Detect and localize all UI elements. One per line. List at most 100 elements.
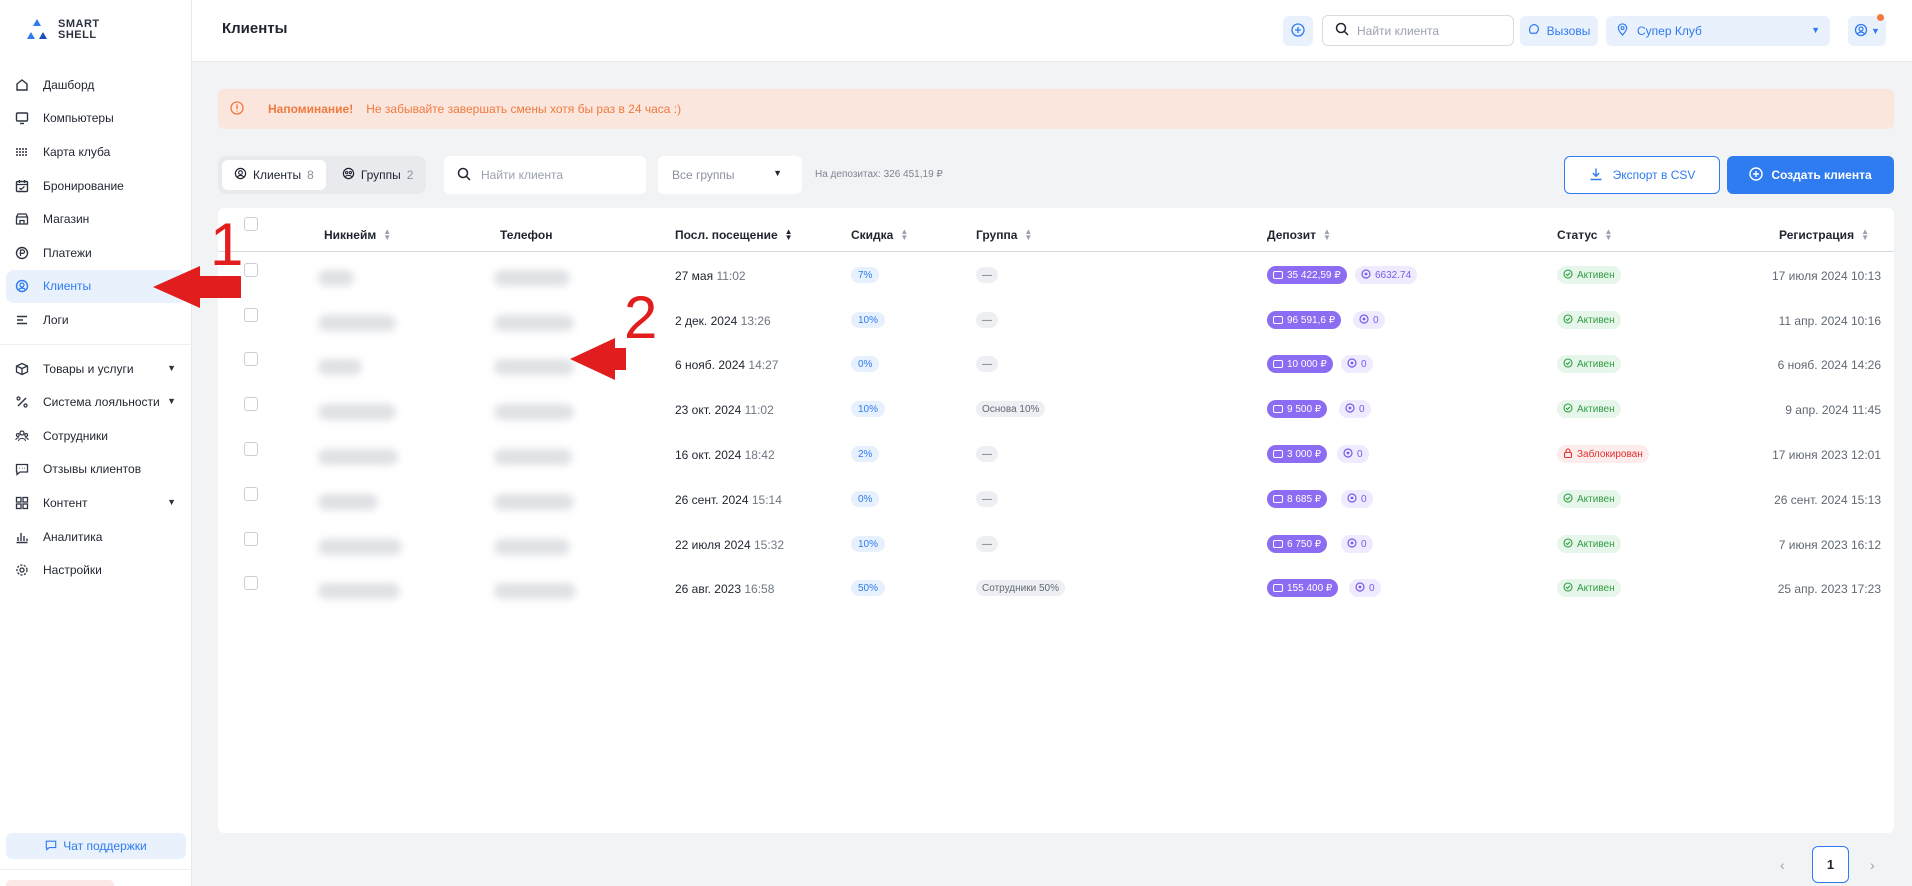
last-visit-cell: 16 окт. 2024 18:42 — [675, 448, 775, 462]
row-checkbox[interactable] — [244, 532, 258, 546]
sidebar-item-label: Клиенты — [43, 279, 92, 294]
last-visit-cell: 26 авг. 2023 16:58 — [675, 582, 774, 596]
chevron-down-icon: ▼ — [773, 168, 782, 178]
group-badge: — — [976, 446, 998, 462]
sidebar-item-club-map[interactable]: Карта клуба — [6, 135, 186, 169]
bonus-badge: 0 — [1341, 535, 1373, 553]
sidebar-item-analytics[interactable]: Аналитика — [6, 520, 186, 554]
group-badge: Сотрудники 50% — [976, 580, 1065, 596]
create-client-button[interactable]: Создать клиента — [1727, 156, 1894, 194]
sidebar-item-dashboard[interactable]: Дашборд — [6, 68, 186, 102]
phone-redacted — [494, 583, 576, 599]
client-search-input[interactable] — [481, 168, 641, 182]
last-visit-time: 14:27 — [748, 358, 779, 372]
home-icon — [14, 77, 30, 93]
registration-cell: 9 апр. 2024 11:45 — [1785, 403, 1881, 417]
row-checkbox[interactable] — [244, 263, 258, 277]
nickname-redacted — [318, 404, 396, 420]
pagination-page-button[interactable]: 1 — [1812, 846, 1849, 883]
column-header-label: Депозит — [1267, 228, 1317, 242]
row-checkbox[interactable] — [244, 352, 258, 366]
sidebar-item-goods[interactable]: Товары и услуги ▼ — [6, 352, 186, 386]
sidebar-bottom-badge[interactable] — [6, 880, 114, 886]
row-checkbox[interactable] — [244, 397, 258, 411]
sidebar-item-loyalty[interactable]: Система лояльности ▼ — [6, 385, 186, 419]
phone-redacted — [494, 404, 574, 420]
row-checkbox[interactable] — [244, 308, 258, 322]
calls-label: Вызовы — [1546, 24, 1591, 38]
sidebar-item-store[interactable]: Магазин — [6, 202, 186, 236]
tab-groups[interactable]: Группы 2 — [330, 160, 426, 190]
sidebar-item-reviews[interactable]: Отзывы клиентов — [6, 453, 186, 487]
sidebar-item-content[interactable]: Контент ▼ — [6, 486, 186, 520]
bonus-icon — [1345, 402, 1355, 416]
status-badge: Активен — [1557, 490, 1621, 508]
last-visit-date: 6 нояб. 2024 — [675, 358, 746, 372]
bars-icon — [14, 529, 30, 545]
user-menu[interactable]: ▼ — [1848, 14, 1886, 46]
last-visit-cell: 6 нояб. 2024 14:27 — [675, 358, 778, 372]
status-label: Активен — [1577, 582, 1615, 594]
annotation-label-1: 1 — [210, 211, 244, 278]
last-visit-time: 15:14 — [751, 493, 782, 507]
logo[interactable]: SMART SHELL — [24, 14, 100, 46]
sidebar-item-clients[interactable]: Клиенты — [6, 269, 186, 304]
last-visit-time: 11:02 — [716, 269, 746, 283]
column-header-label: Телефон — [500, 228, 553, 242]
column-header-deposit[interactable]: Депозит ▲ ▼ — [1267, 228, 1331, 243]
column-header-discount[interactable]: Скидка ▲ ▼ — [851, 227, 909, 243]
select-all-checkbox[interactable] — [244, 217, 258, 231]
reminder-text: Не забывайте завершать смены хотя бы раз… — [366, 102, 682, 116]
registration-cell: 17 июля 2024 10:13 — [1771, 269, 1881, 283]
column-header-status[interactable]: Статус ▲ ▼ — [1557, 228, 1612, 243]
percent-icon — [14, 394, 30, 410]
row-checkbox[interactable] — [244, 576, 258, 590]
chat-icon — [14, 461, 30, 477]
row-checkbox[interactable] — [244, 487, 258, 501]
wallet-icon — [1273, 540, 1283, 548]
nickname-redacted — [318, 315, 396, 331]
column-header-label: Посл. посещение — [675, 228, 778, 242]
nickname-redacted — [318, 539, 402, 555]
sidebar-item-logs[interactable]: Логи — [6, 303, 186, 337]
notification-dot — [1877, 14, 1884, 21]
support-chat-button[interactable]: Чат поддержки — [6, 833, 186, 859]
last-visit-date: 16 окт. 2024 — [675, 448, 742, 462]
export-csv-button[interactable]: Экспорт в CSV — [1564, 156, 1720, 194]
row-checkbox[interactable] — [244, 442, 258, 456]
tab-clients[interactable]: Клиенты 8 — [222, 160, 326, 190]
bonus-icon — [1347, 537, 1357, 551]
wallet-icon — [1273, 450, 1283, 458]
status-label: Активен — [1577, 269, 1615, 281]
phone-redacted — [494, 449, 572, 465]
sidebar-item-staff[interactable]: Сотрудники — [6, 419, 186, 453]
sidebar-item-computers[interactable]: Компьютеры — [6, 102, 186, 136]
deposit-badge: 8 685 ₽ — [1267, 490, 1328, 508]
club-selector[interactable]: Супер Клуб ▼ — [1606, 16, 1830, 46]
pagination-next-button[interactable]: › — [1870, 857, 1875, 873]
status-badge: Активен — [1557, 579, 1621, 597]
last-visit-date: 2 дек. 2024 — [675, 314, 738, 328]
header-search-input[interactable] — [1357, 23, 1507, 38]
column-header-registration[interactable]: Регистрация ▲ ▼ — [1779, 228, 1869, 243]
column-header-nickname[interactable]: Никнейм ▲ ▼ — [324, 228, 391, 243]
pagination-prev-button[interactable]: ‹ — [1780, 857, 1785, 873]
status-label: Заблокирован — [1577, 448, 1643, 460]
column-header-label: Группа — [976, 228, 1018, 242]
chevron-down-icon: ▼ — [1871, 26, 1880, 36]
sidebar-item-settings[interactable]: Настройки — [6, 553, 186, 587]
store-icon — [14, 211, 30, 227]
sort-icon: ▲ ▼ — [900, 227, 909, 242]
status-badge: Активен — [1557, 266, 1621, 284]
bonus-value: 0 — [1369, 582, 1375, 594]
sidebar-item-payments[interactable]: Платежи — [6, 236, 186, 270]
column-header-group[interactable]: Группа ▲ ▼ — [976, 228, 1032, 243]
grid-dots-icon — [14, 144, 30, 160]
add-button[interactable] — [1283, 16, 1313, 46]
group-filter-select[interactable]: Все группы ▼ — [658, 156, 802, 194]
column-header-last-visit[interactable]: Посл. посещение ▲ ▼ — [675, 228, 793, 243]
sidebar-divider — [0, 343, 192, 345]
sidebar-item-booking[interactable]: Бронирование — [6, 169, 186, 203]
column-header-phone[interactable]: Телефон — [500, 228, 552, 242]
calls-button[interactable]: Вызовы — [1520, 16, 1598, 46]
